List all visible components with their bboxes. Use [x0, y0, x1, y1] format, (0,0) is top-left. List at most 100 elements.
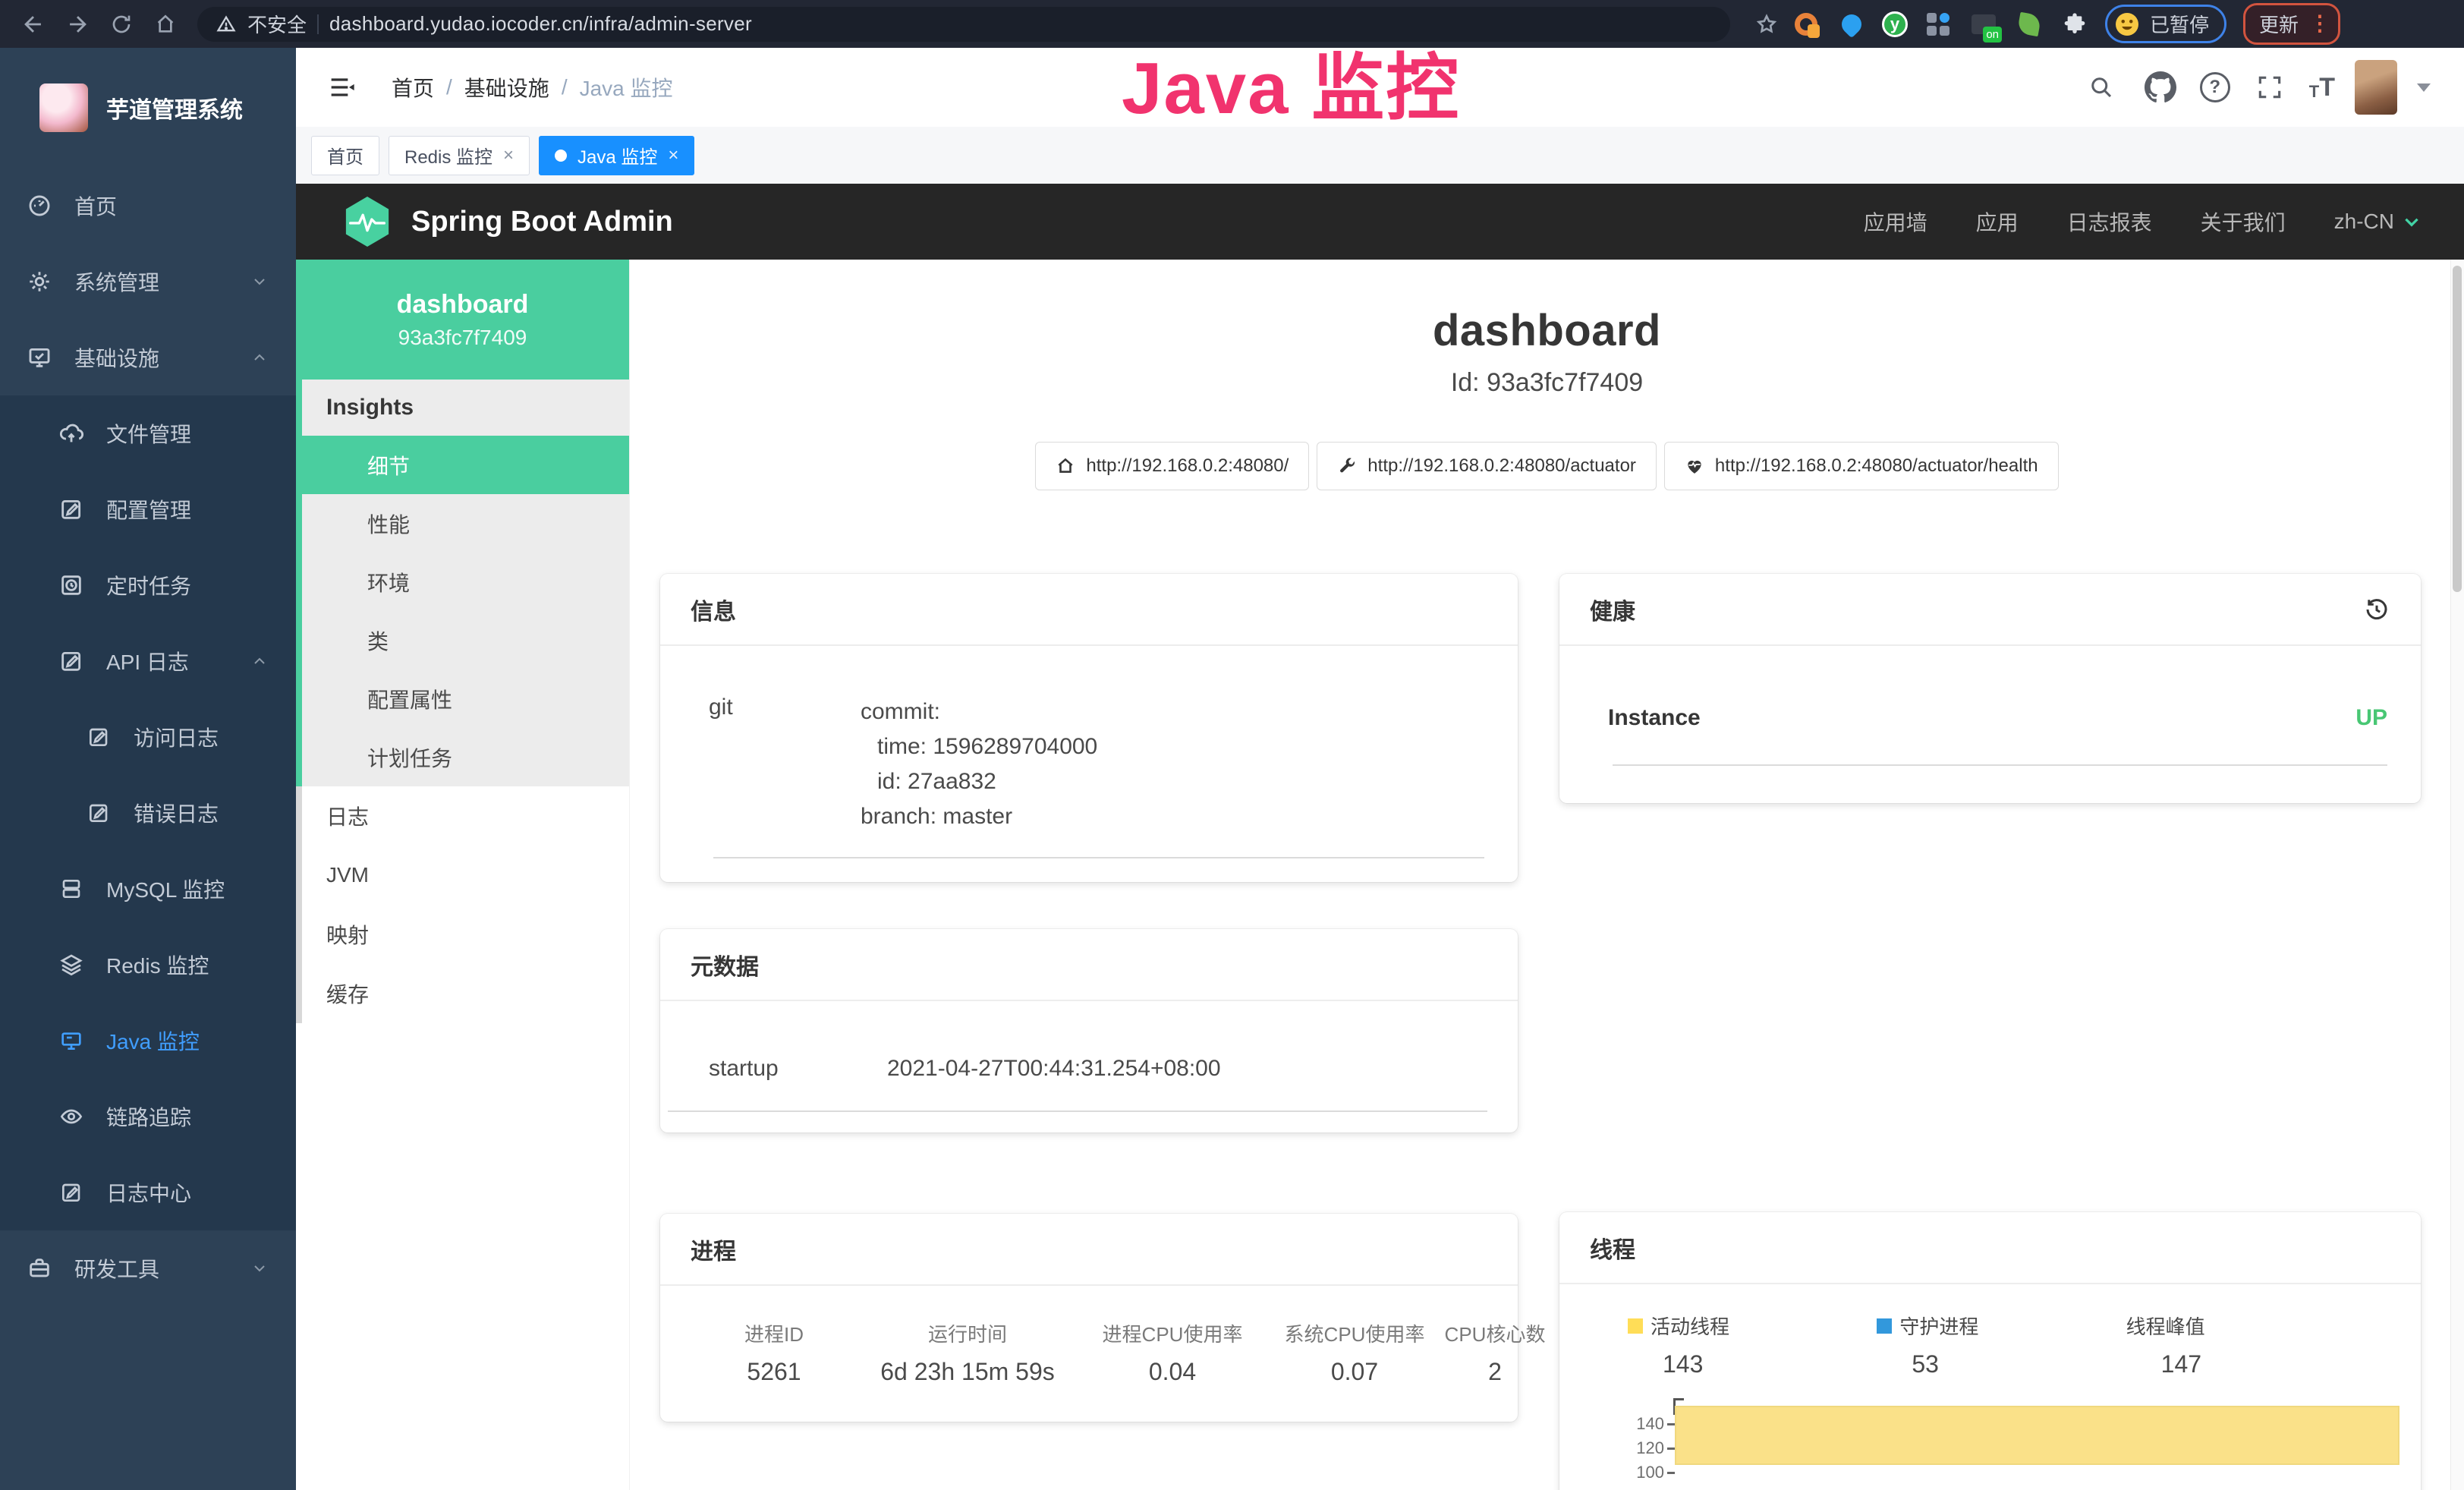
bookmark-star-icon[interactable]: [1747, 8, 1786, 41]
breadcrumb-separator: /: [446, 75, 452, 99]
sidebar-item-log-center[interactable]: 日志中心: [0, 1155, 296, 1230]
sidebar-item-mysql-monitor[interactable]: MySQL 监控: [0, 851, 296, 927]
insights-group-label: Insights: [302, 380, 629, 436]
sba-locale-select[interactable]: zh-CN: [2334, 209, 2422, 234]
extension-on-icon[interactable]: [1968, 9, 1999, 39]
sidebar-item-system[interactable]: 系统管理: [0, 244, 296, 320]
tab-redis-monitor[interactable]: Redis 监控 ×: [389, 136, 530, 175]
sidebar-item-error-logs[interactable]: 错误日志: [0, 775, 296, 851]
sidebar-item-infrastructure[interactable]: 基础设施: [0, 320, 296, 395]
security-label[interactable]: 不安全: [247, 10, 307, 38]
browser-back-icon[interactable]: [14, 8, 53, 41]
url-text[interactable]: dashboard.yudao.iocoder.cn/infra/admin-s…: [329, 12, 752, 36]
sidebar-item-api-logs[interactable]: API 日志: [0, 623, 296, 699]
extension-pin-icon[interactable]: [1836, 9, 1867, 39]
sba-locale-label: zh-CN: [2334, 209, 2394, 234]
browser-forward-icon[interactable]: [58, 8, 97, 41]
extension-green-icon[interactable]: y: [1882, 11, 1908, 37]
home-icon: [1056, 456, 1075, 476]
help-icon[interactable]: ?: [2200, 72, 2230, 102]
sidebar-item-label: 错误日志: [134, 798, 219, 828]
instance-header[interactable]: dashboard 93a3fc7f7409: [296, 260, 629, 380]
info-card: 信息 git commit: time: 1596289704000 id: 2…: [660, 574, 1518, 882]
extensions-puzzle-icon[interactable]: [2060, 9, 2090, 39]
sidebar-filler: [0, 1306, 296, 1490]
paused-badge[interactable]: 已暂停: [2105, 5, 2226, 43]
sidebar-item-tracing[interactable]: 链路追踪: [0, 1079, 296, 1155]
github-icon[interactable]: [2141, 68, 2180, 107]
font-size-icon[interactable]: TT: [2309, 74, 2335, 100]
sidebar-item-label: 访问日志: [134, 722, 219, 752]
sba-nav-about[interactable]: 关于我们: [2201, 206, 2286, 237]
metadata-card: 元数据 startup 2021-04-27T00:44:31.254+08:0…: [660, 929, 1518, 1132]
divider: [713, 857, 1484, 858]
close-icon[interactable]: ×: [668, 145, 678, 166]
inst-item-environment[interactable]: 环境: [302, 553, 629, 611]
edit-square-icon: [58, 496, 85, 523]
tab-home[interactable]: 首页: [311, 136, 379, 175]
history-icon[interactable]: [2363, 596, 2390, 623]
daemon-threads-value: 53: [1877, 1350, 2126, 1378]
threads-legend: 活动线程 守护进程 线程峰值: [1559, 1284, 2421, 1340]
sba-nav-wallboard[interactable]: 应用墙: [1864, 206, 1927, 237]
breadcrumb: 首页 / 基础设施 / Java 监控: [392, 72, 673, 102]
divider: [1613, 764, 2387, 766]
address-bar[interactable]: 不安全 dashboard.yudao.iocoder.cn/infra/adm…: [197, 7, 1730, 42]
inst-item-mappings[interactable]: 映射: [302, 905, 629, 964]
sidebar-item-scheduled-jobs[interactable]: 定时任务: [0, 547, 296, 623]
sidebar-item-java-monitor[interactable]: Java 监控: [0, 1003, 296, 1079]
column-header: 系统CPU使用率: [1267, 1319, 1442, 1347]
inst-item-logs[interactable]: 日志: [302, 786, 629, 846]
column-header: 进程CPU使用率: [1078, 1319, 1267, 1347]
sidebar-item-file-manage[interactable]: 文件管理: [0, 395, 296, 471]
extension-grid-icon[interactable]: [1923, 9, 1953, 39]
close-icon[interactable]: ×: [503, 145, 514, 166]
actuator-url-button[interactable]: http://192.168.0.2:48080/actuator: [1317, 442, 1657, 490]
health-url-button[interactable]: http://192.168.0.2:48080/actuator/health: [1664, 442, 2059, 490]
inst-item-classes[interactable]: 类: [302, 611, 629, 669]
sidebar-item-config-manage[interactable]: 配置管理: [0, 471, 296, 547]
sidebar-item-dev-tools[interactable]: 研发工具: [0, 1230, 296, 1306]
content-scrollbar[interactable]: [2450, 260, 2464, 1490]
user-menu-caret-icon[interactable]: [2417, 83, 2431, 92]
database-icon: [58, 875, 85, 903]
breadcrumb-home[interactable]: 首页: [392, 72, 434, 102]
inst-item-scheduled-tasks[interactable]: 计划任务: [302, 728, 629, 786]
chevron-down-icon: [2402, 212, 2422, 232]
collapse-sidebar-icon[interactable]: [322, 68, 361, 107]
update-button[interactable]: 更新 ⋮: [2243, 3, 2340, 45]
legend-label: 守护进程: [1899, 1312, 1978, 1340]
scrollbar-thumb[interactable]: [2453, 266, 2462, 592]
tab-java-monitor[interactable]: Java 监控 ×: [539, 136, 694, 175]
inst-item-jvm[interactable]: JVM: [302, 846, 629, 905]
briefcase-icon: [26, 1255, 53, 1282]
browser-menu-icon[interactable]: ⋮: [2309, 15, 2330, 32]
service-url-button[interactable]: http://192.168.0.2:48080/: [1035, 442, 1309, 490]
fullscreen-icon[interactable]: [2250, 68, 2289, 107]
breadcrumb-section[interactable]: 基础设施: [464, 72, 549, 102]
app-logo-row[interactable]: 芋道管理系统: [0, 48, 296, 168]
sba-brand[interactable]: Spring Boot Admin: [411, 206, 673, 238]
search-icon[interactable]: [2082, 68, 2121, 107]
inst-item-details[interactable]: 细节: [302, 436, 629, 494]
extension-leaf-icon[interactable]: [2014, 9, 2044, 39]
sidebar-item-home[interactable]: 首页: [0, 168, 296, 244]
user-avatar[interactable]: [2355, 60, 2397, 115]
extension-orange-icon[interactable]: [1791, 9, 1821, 39]
sidebar-item-access-logs[interactable]: 访问日志: [0, 699, 296, 775]
chevron-down-icon: [250, 1259, 269, 1277]
sba-nav-journal[interactable]: 日志报表: [2067, 206, 2152, 237]
inst-item-config-props[interactable]: 配置属性: [302, 669, 629, 728]
inst-item-metrics[interactable]: 性能: [302, 494, 629, 553]
eye-icon: [58, 1103, 85, 1130]
live-threads-value: 143: [1628, 1350, 1877, 1378]
instance-name: dashboard: [397, 290, 529, 320]
sba-nav-applications[interactable]: 应用: [1976, 206, 2019, 237]
sidebar-item-redis-monitor[interactable]: Redis 监控: [0, 927, 296, 1003]
browser-reload-icon[interactable]: [102, 8, 141, 41]
legend-label: 活动线程: [1651, 1312, 1729, 1340]
browser-home-icon[interactable]: [146, 8, 185, 41]
y-tick: 140: [1559, 1412, 1664, 1436]
service-url: http://192.168.0.2:48080/: [1086, 455, 1289, 477]
inst-item-caches[interactable]: 缓存: [302, 964, 629, 1023]
